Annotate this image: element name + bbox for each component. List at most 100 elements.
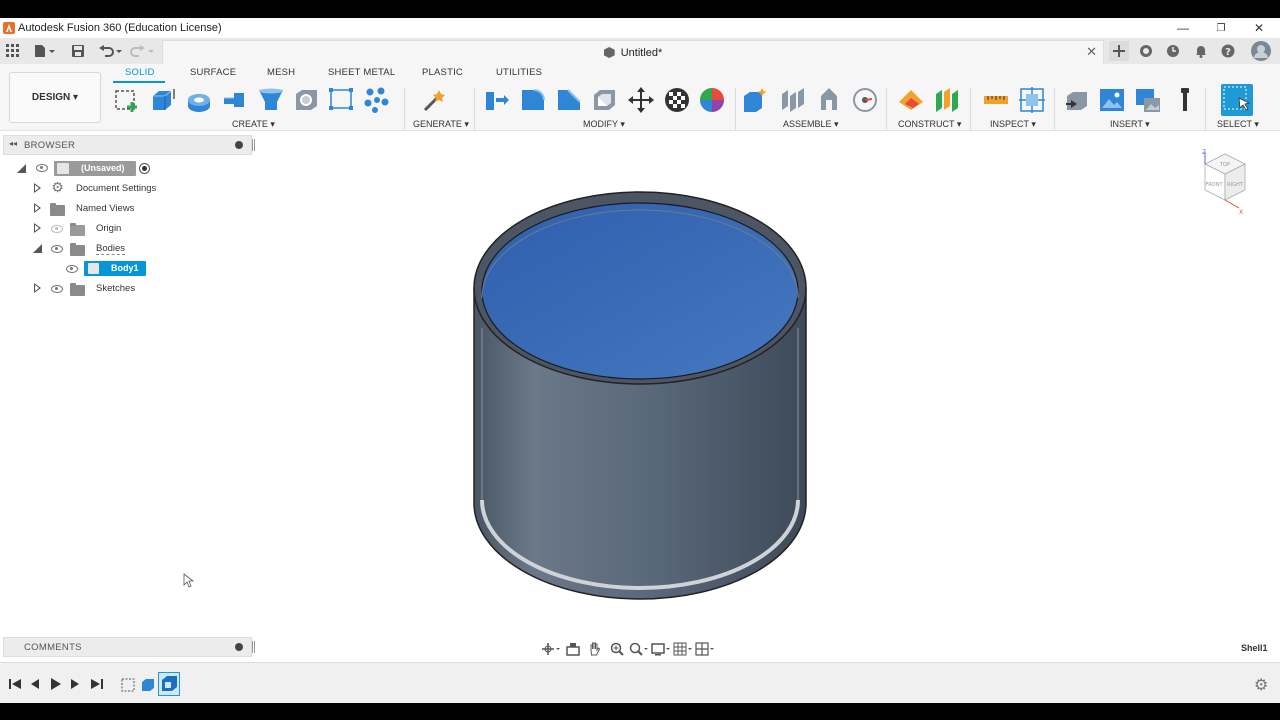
notifications-icon[interactable] bbox=[1192, 42, 1210, 60]
shell-icon[interactable] bbox=[591, 86, 619, 114]
press-pull-icon[interactable] bbox=[483, 86, 511, 114]
select-menu[interactable]: SELECT ▾ bbox=[1217, 119, 1259, 130]
file-icon[interactable] bbox=[34, 42, 56, 60]
pattern-icon[interactable] bbox=[363, 86, 391, 114]
grid-icon[interactable] bbox=[6, 42, 20, 60]
resize-handle[interactable] bbox=[252, 641, 255, 653]
collapse-bodies-icon[interactable] bbox=[33, 244, 42, 253]
construct-menu[interactable]: CONSTRUCT ▾ bbox=[898, 119, 961, 130]
new-component-icon[interactable] bbox=[742, 86, 770, 114]
generative-design-icon[interactable] bbox=[421, 86, 449, 114]
modify-menu[interactable]: MODIFY ▾ bbox=[583, 119, 625, 130]
grid-snaps-icon[interactable] bbox=[672, 640, 694, 658]
tree-item-sketches[interactable]: Sketches bbox=[96, 283, 135, 294]
timeline-settings-gear-icon[interactable]: ⚙ bbox=[1254, 675, 1268, 695]
close-tab-button[interactable]: ✕ bbox=[1086, 44, 1097, 60]
root-component[interactable]: (Unsaved) bbox=[54, 161, 136, 176]
orbit-icon[interactable] bbox=[540, 640, 562, 658]
visibility-eye-icon[interactable] bbox=[66, 265, 78, 273]
timeline-extrude-icon[interactable] bbox=[140, 677, 154, 691]
user-avatar[interactable] bbox=[1250, 40, 1272, 62]
generate-menu[interactable]: GENERATE ▾ bbox=[413, 119, 469, 130]
extensions-icon[interactable] bbox=[1137, 42, 1155, 60]
activate-component-icon[interactable] bbox=[139, 163, 150, 174]
assemble-menu[interactable]: ASSEMBLE ▾ bbox=[783, 119, 839, 130]
midplane-icon[interactable] bbox=[933, 86, 961, 114]
step-back-icon[interactable] bbox=[28, 677, 42, 691]
extrude-icon[interactable] bbox=[149, 86, 177, 114]
revolve-icon[interactable] bbox=[185, 86, 213, 114]
close-window-button[interactable]: ✕ bbox=[1240, 18, 1278, 38]
sweep-icon[interactable] bbox=[221, 86, 249, 114]
redo-icon[interactable] bbox=[130, 42, 156, 60]
add-comment-icon[interactable] bbox=[235, 643, 243, 651]
tab-solid[interactable]: SOLID bbox=[125, 67, 155, 78]
help-icon[interactable]: ? bbox=[1219, 42, 1237, 60]
appearance-icon[interactable] bbox=[663, 86, 691, 114]
chamfer-icon[interactable] bbox=[555, 86, 583, 114]
zoom-window-icon[interactable] bbox=[628, 640, 650, 658]
new-tab-icon[interactable] bbox=[1109, 41, 1129, 61]
undo-icon[interactable] bbox=[98, 42, 124, 60]
as-built-joint-icon[interactable] bbox=[815, 86, 843, 114]
expand-document-settings-icon[interactable] bbox=[34, 183, 41, 193]
measure-icon[interactable] bbox=[982, 86, 1010, 114]
visibility-eye-icon[interactable] bbox=[36, 164, 48, 172]
visibility-eye-icon[interactable] bbox=[51, 245, 63, 253]
job-status-icon[interactable] bbox=[1164, 42, 1182, 60]
model-canvas[interactable] bbox=[460, 188, 820, 608]
timeline-shell-icon[interactable] bbox=[158, 672, 180, 696]
save-icon[interactable] bbox=[71, 42, 85, 60]
tree-item-named-views[interactable]: Named Views bbox=[76, 203, 134, 214]
document-tab[interactable]: Untitled* ✕ bbox=[162, 40, 1104, 64]
zoom-icon[interactable] bbox=[606, 640, 628, 658]
hole-icon[interactable] bbox=[293, 86, 321, 114]
tab-sheet-metal[interactable]: SHEET METAL bbox=[328, 67, 395, 78]
step-forward-icon[interactable] bbox=[68, 677, 82, 691]
visibility-eye-icon[interactable] bbox=[51, 225, 63, 233]
pin-icon[interactable] bbox=[235, 141, 243, 149]
timeline-sketch-icon[interactable] bbox=[120, 677, 135, 692]
offset-plane-icon[interactable] bbox=[897, 86, 925, 114]
workspace-dropdown[interactable]: DESIGN ▾ bbox=[9, 72, 101, 123]
tree-item-document-settings[interactable]: Document Settings bbox=[76, 183, 156, 194]
insert-mcmaster-icon[interactable] bbox=[1172, 86, 1200, 114]
visibility-eye-icon[interactable] bbox=[51, 285, 63, 293]
move-copy-icon[interactable] bbox=[627, 86, 655, 114]
look-at-icon[interactable] bbox=[562, 640, 584, 658]
viewports-icon[interactable] bbox=[694, 640, 716, 658]
insert-canvas-icon[interactable] bbox=[1098, 86, 1126, 114]
section-analysis-icon[interactable] bbox=[1018, 86, 1046, 114]
insert-menu[interactable]: INSERT ▾ bbox=[1110, 119, 1150, 130]
collapse-icon[interactable]: ◂◂ bbox=[9, 139, 17, 148]
tree-item-body1[interactable]: Body1 bbox=[84, 261, 146, 276]
pan-hand-icon[interactable] bbox=[584, 640, 606, 658]
inspect-menu[interactable]: INSPECT ▾ bbox=[990, 119, 1036, 130]
motion-link-icon[interactable] bbox=[851, 86, 879, 114]
minimize-button[interactable]: — bbox=[1164, 18, 1202, 38]
tab-surface[interactable]: SURFACE bbox=[190, 67, 236, 78]
select-icon[interactable] bbox=[1221, 84, 1253, 116]
tab-utilities[interactable]: UTILITIES bbox=[496, 67, 542, 78]
expand-origin-icon[interactable] bbox=[34, 223, 41, 233]
resize-handle[interactable] bbox=[252, 139, 255, 151]
expand-named-views-icon[interactable] bbox=[34, 203, 41, 213]
loft-icon[interactable] bbox=[257, 86, 285, 114]
tree-item-bodies[interactable]: Bodies bbox=[96, 243, 126, 255]
go-to-end-icon[interactable] bbox=[90, 677, 104, 691]
browser-panel-header[interactable]: ◂◂ BROWSER bbox=[3, 135, 255, 155]
go-to-start-icon[interactable] bbox=[8, 677, 22, 691]
create-menu[interactable]: CREATE ▾ bbox=[232, 119, 275, 130]
display-settings-icon[interactable] bbox=[650, 640, 672, 658]
shell-body[interactable] bbox=[473, 191, 807, 600]
insert-derive-icon[interactable] bbox=[1063, 86, 1091, 114]
restore-button[interactable]: ❐ bbox=[1202, 18, 1240, 38]
fillet-icon[interactable] bbox=[519, 86, 547, 114]
rectangular-pattern-icon[interactable] bbox=[328, 86, 356, 114]
joint-icon[interactable] bbox=[779, 86, 807, 114]
tab-mesh[interactable]: MESH bbox=[267, 67, 295, 78]
play-icon[interactable] bbox=[48, 677, 62, 691]
view-cube[interactable]: TOP FRONT RIGHT Z X bbox=[1195, 148, 1255, 218]
tree-item-origin[interactable]: Origin bbox=[96, 223, 121, 234]
create-sketch-icon[interactable] bbox=[113, 86, 141, 114]
